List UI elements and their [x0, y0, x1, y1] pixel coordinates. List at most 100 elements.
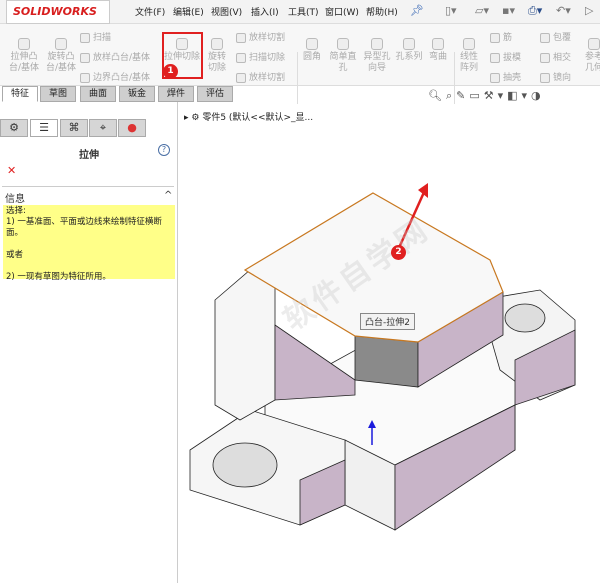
- revolve-cut-button[interactable]: 旋转切除: [204, 38, 230, 74]
- solidworks-logo[interactable]: SOLIDWORKS: [6, 0, 110, 24]
- loft-cut-button-2[interactable]: 放样切割: [236, 70, 285, 83]
- undo-icon[interactable]: ↶▾: [556, 4, 571, 17]
- tab-sheet-metal[interactable]: 钣金: [119, 86, 155, 102]
- rib-button[interactable]: 筋: [490, 30, 512, 43]
- sweep-cut-button[interactable]: 扫描切除: [236, 50, 285, 63]
- tab-weldments[interactable]: 焊件: [158, 86, 194, 102]
- label: 异型孔向导: [363, 52, 391, 73]
- mirror-icon: [540, 72, 550, 83]
- wrap-button[interactable]: 包覆: [540, 30, 571, 43]
- info-message: 选择: 1) 一基准面、平面或边线来绘制特征横断面。 或者 2) 一现有草图为特…: [3, 205, 175, 282]
- draft-button[interactable]: 拔模: [490, 50, 521, 63]
- loft-boss-button[interactable]: 放样凸台/基体: [80, 50, 150, 63]
- hole-icon: [337, 38, 349, 50]
- hole-wizard-icon: [371, 38, 383, 50]
- 3d-model[interactable]: [180, 102, 600, 583]
- open-icon[interactable]: ▱▾: [475, 4, 489, 17]
- sweep-cut-icon: [236, 52, 246, 63]
- menu-view[interactable]: 视图(V): [211, 5, 242, 18]
- label: 扫描切除: [249, 53, 286, 63]
- new-icon[interactable]: ▯▾: [445, 4, 457, 17]
- label: 孔系列: [395, 52, 423, 62]
- hole-series-button[interactable]: 孔系列: [394, 38, 424, 63]
- fillet-icon: [306, 38, 318, 50]
- select-icon[interactable]: ▷: [585, 4, 593, 17]
- collapse-icon[interactable]: ^: [164, 190, 172, 201]
- label: 参考几何: [584, 52, 600, 73]
- label: 扫描: [93, 33, 112, 43]
- loft-cut-icon: [236, 32, 246, 43]
- info-header: 信息: [5, 194, 25, 205]
- fillet-button[interactable]: 圆角: [300, 38, 324, 63]
- loft-icon: [80, 52, 90, 63]
- label: 拉伸凸台/基体: [8, 52, 40, 73]
- label: 镜向: [553, 73, 572, 83]
- mirror-button[interactable]: 镜向: [540, 70, 571, 83]
- menu-insert[interactable]: 插入(I): [251, 5, 279, 18]
- shell-icon: [490, 72, 500, 83]
- label: 放样切割: [249, 73, 286, 83]
- revolve-cut-icon: [211, 38, 223, 50]
- print-icon[interactable]: ⎙▾: [528, 4, 542, 18]
- draft-icon: [490, 52, 500, 63]
- loft-cut-button[interactable]: 放样切割: [236, 30, 285, 43]
- property-manager-tab[interactable]: ☰: [30, 119, 58, 137]
- cancel-icon[interactable]: ✕: [7, 164, 16, 177]
- label: 圆角: [302, 52, 321, 62]
- flex-icon: [432, 38, 444, 50]
- menu-edit[interactable]: 编辑(E): [173, 5, 204, 18]
- feature-manager-tab[interactable]: ⚙︎: [0, 119, 28, 137]
- extrude-boss-icon: [18, 38, 30, 50]
- loft-cut-icon: [236, 72, 246, 83]
- revolve-boss-icon: [55, 38, 67, 50]
- label: 包覆: [553, 33, 572, 43]
- boundary-boss-button[interactable]: 边界凸台/基体: [80, 70, 150, 83]
- menu-help[interactable]: 帮助(H): [366, 5, 398, 18]
- dimxpert-tab[interactable]: ⌖: [89, 119, 117, 137]
- hole-series-icon: [403, 38, 415, 50]
- hole-wizard-button[interactable]: 异型孔向导: [362, 38, 392, 74]
- sweep-button[interactable]: 扫描: [80, 30, 111, 43]
- pin-icon[interactable]: 📌︎: [410, 4, 424, 17]
- feature-tooltip: 凸台-拉伸2: [360, 313, 415, 330]
- menu-file[interactable]: 文件(F): [135, 5, 165, 18]
- info-line: 2) 一现有草图为特征所用。: [6, 272, 111, 282]
- label: 拔模: [503, 53, 522, 63]
- label: 放样切割: [249, 33, 286, 43]
- label: 弯曲: [428, 52, 447, 62]
- property-manager: ⚙︎ ☰ ⌘ ⌖ ● 拉伸 ? ✕ 信息 ^ 选择: 1) 一基准面、平面或边线…: [0, 102, 178, 583]
- tab-surfaces[interactable]: 曲面: [80, 86, 116, 102]
- sweep-icon: [80, 32, 90, 43]
- label: 简单直孔: [329, 52, 357, 73]
- tab-evaluate[interactable]: 评估: [197, 86, 233, 102]
- info-line: 选择:: [6, 206, 26, 216]
- label: 放样凸台/基体: [93, 53, 151, 63]
- flex-button[interactable]: 弯曲: [426, 38, 450, 63]
- label: 相交: [553, 53, 572, 63]
- rib-icon: [490, 32, 500, 43]
- intersect-button[interactable]: 相交: [540, 50, 571, 63]
- panel-title: 拉伸: [79, 150, 99, 161]
- intersect-icon: [540, 52, 550, 63]
- menu-tools[interactable]: 工具(T): [288, 5, 319, 18]
- help-icon[interactable]: ?: [158, 144, 170, 156]
- info-line: 1) 一基准面、平面或边线来绘制特征横断面。: [6, 217, 162, 238]
- tab-sketch[interactable]: 草图: [40, 86, 76, 102]
- display-manager-tab[interactable]: ●: [118, 119, 146, 137]
- simple-hole-button[interactable]: 简单直孔: [328, 38, 358, 74]
- configuration-manager-tab[interactable]: ⌘: [60, 119, 88, 137]
- label: 边界凸台/基体: [93, 73, 151, 83]
- view-toolbar[interactable]: 🔍︎⌕✎▭⚒▾◧▾◑: [428, 89, 545, 103]
- shell-button[interactable]: 抽壳: [490, 70, 521, 83]
- extrude-boss-button[interactable]: 拉伸凸台/基体: [6, 38, 42, 74]
- reference-geometry-button[interactable]: 参考几何: [584, 38, 600, 74]
- revolve-boss-button[interactable]: 旋转凸台/基体: [44, 38, 78, 74]
- label: 抽壳: [503, 73, 522, 83]
- info-line: 或者: [6, 250, 24, 260]
- linear-pattern-button[interactable]: 线性阵列: [456, 38, 482, 74]
- save-icon[interactable]: ▪▾: [502, 4, 515, 17]
- label: 旋转凸台/基体: [45, 52, 77, 73]
- label: 旋转切除: [207, 52, 226, 73]
- tab-features[interactable]: 特征: [2, 86, 38, 102]
- menu-window[interactable]: 窗口(W): [325, 5, 359, 18]
